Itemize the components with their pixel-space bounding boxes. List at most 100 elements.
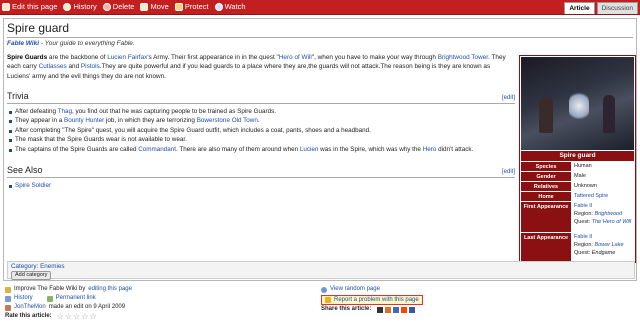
item-text: The mask that the Spire Guards wear is n… — [15, 136, 187, 144]
item-text: , you find out that he was capturing peo… — [71, 108, 277, 115]
item-text: The captains of the Spire Guards are cal… — [15, 145, 139, 153]
intro-text: 's Army. Their first appearance in in th… — [147, 54, 279, 61]
move-button[interactable]: Move — [140, 2, 169, 12]
rating-line: Rate this article: ☆ ☆ ☆ ☆ ☆ — [5, 312, 305, 321]
link-pistols[interactable]: Pistols — [81, 63, 100, 70]
item-text: After defeating — [15, 108, 58, 115]
item-text: . — [257, 117, 260, 125]
edit-page-button[interactable]: Edit this page — [2, 2, 57, 12]
user-icon — [5, 304, 11, 311]
facebook-icon[interactable] — [409, 306, 416, 313]
footer-right: View random page Report a problem with t… — [321, 285, 621, 314]
link-bowerstone-old-town[interactable]: Bowerstone Old Town — [197, 117, 258, 124]
item-text: They appear in a — [15, 117, 65, 125]
infobox-key: Relatives — [521, 182, 571, 191]
history-button[interactable]: History — [63, 2, 97, 12]
footer-left: Improve The Fable Wiki by editing this p… — [5, 285, 305, 321]
infobox-value: Male — [574, 173, 586, 179]
link-hero[interactable]: Hero — [423, 146, 437, 153]
trivia-edit-link[interactable]: [edit] — [502, 95, 515, 101]
star-icon[interactable]: ☆ — [89, 312, 96, 321]
infobox-value: Fable II Region: Bower Lake Quest: Endga… — [571, 233, 634, 263]
trivia-heading: Trivia [edit] — [7, 91, 515, 104]
delete-button[interactable]: Delete — [102, 2, 134, 12]
intro-bold: Spire Guards — [7, 54, 48, 61]
link-hero-of-will[interactable]: Hero of Will — [279, 54, 312, 61]
page-actions: Edit this page History Delete Move Prote… — [2, 2, 246, 12]
star-icon[interactable]: ☆ — [65, 312, 72, 321]
tab-discussion[interactable]: Discussion — [596, 2, 638, 14]
title-divider — [7, 37, 633, 38]
category-label[interactable]: Category — [11, 263, 37, 270]
link-brightwood-tower[interactable]: Brightwood Tower — [438, 54, 488, 61]
site-sub-link[interactable]: Fable Wiki — [7, 40, 39, 47]
page-footer: Improve The Fable Wiki by editing this p… — [3, 283, 637, 325]
site-sub-text: - Your guide to everything Fable. — [39, 40, 135, 47]
rating-stars[interactable]: ☆ ☆ ☆ ☆ ☆ — [57, 312, 97, 321]
infobox-row-last-appearance: Last Appearance Fable II Region: Bower L… — [521, 233, 634, 263]
infobox-row-gender: Gender Male — [521, 172, 634, 181]
history-icon — [63, 3, 72, 11]
history-icon — [5, 295, 11, 302]
intro-text: are the backbone of — [47, 54, 108, 61]
stumble-icon[interactable] — [393, 306, 400, 313]
link-fable-ii[interactable]: Fable II — [574, 234, 592, 240]
reddit-icon[interactable] — [401, 306, 408, 313]
edit-note: made an edit on 9 April 2009 — [48, 304, 126, 310]
report-problem-link[interactable]: Report a problem with this page — [321, 295, 423, 305]
delete-icon — [102, 3, 111, 11]
random-page-link[interactable]: View random page — [330, 285, 380, 294]
permanent-link[interactable]: Permanent link — [56, 294, 96, 303]
improve-line: Improve The Fable Wiki by editing this p… — [5, 285, 305, 294]
link-bower-lake[interactable]: Bower Lake — [595, 242, 624, 248]
watch-button[interactable]: Watch — [214, 2, 246, 12]
link-brightwood[interactable]: Brightwood — [595, 211, 623, 217]
link-fable-ii[interactable]: Fable II — [574, 203, 592, 209]
list-item: The captains of the Spire Guards are cal… — [7, 145, 515, 154]
add-category-button[interactable]: Add category — [11, 271, 52, 280]
item-text: job, in which they are terrorizing — [104, 117, 197, 125]
link-the-hero-of-will[interactable]: The Hero of Will — [592, 219, 631, 225]
random-icon — [321, 286, 327, 293]
category-enemies[interactable]: Enemies — [40, 263, 65, 270]
item-text: didn't attack. — [436, 145, 474, 153]
tab-article[interactable]: Article — [564, 2, 595, 14]
link-tattered-spire[interactable]: Tattered Spire — [574, 193, 608, 199]
digg-icon[interactable] — [385, 306, 392, 313]
infobox-value: Fable II Region: Brightwood Quest: The H… — [571, 202, 634, 232]
footer-history-link[interactable]: History — [14, 294, 33, 303]
editor-link[interactable]: JonTheMon — [14, 303, 46, 312]
infobox-key: Species — [521, 162, 571, 171]
link-icon — [46, 295, 53, 302]
infobox-row-species: Species Human — [521, 162, 634, 171]
editing-this-page-link[interactable]: editing this page — [88, 285, 132, 294]
random-page-line: View random page — [321, 285, 621, 294]
protect-button[interactable]: Protect — [174, 2, 209, 12]
protect-label: Protect — [184, 2, 209, 11]
infobox-title: Spire guard — [521, 151, 634, 161]
link-lucien-fairfax[interactable]: Lucien Fairfax — [107, 54, 147, 61]
page-tabs: Article Discussion — [564, 2, 638, 14]
star-icon[interactable]: ☆ — [81, 312, 88, 321]
star-icon[interactable]: ☆ — [73, 312, 80, 321]
link-cutlasses[interactable]: Cutlasses — [39, 63, 67, 70]
link-thag[interactable]: Thag — [58, 108, 72, 115]
delicious-icon[interactable] — [377, 306, 384, 313]
infobox: Spire guard Species Human Gender Male Re… — [519, 55, 636, 263]
link-lucien[interactable]: Lucien — [300, 146, 319, 153]
link-commandant[interactable]: Commandant — [138, 146, 176, 153]
infobox-key: Last Appearance — [521, 233, 571, 263]
link-bounty-hunter[interactable]: Bounty Hunter — [64, 117, 104, 124]
intro-paragraph: Spire Guards are the backbone of Lucien … — [7, 53, 507, 81]
share-icons — [377, 306, 416, 313]
infobox-key: First Appearance — [521, 202, 571, 232]
see-also-edit-link[interactable]: [edit] — [502, 169, 515, 175]
star-icon[interactable]: ☆ — [57, 312, 64, 321]
list-item: Spire Soldier — [7, 181, 515, 190]
rate-label: Rate this article: — [5, 313, 52, 319]
spire-guard-image[interactable] — [521, 57, 634, 150]
link-spire-soldier[interactable]: Spire Soldier — [15, 182, 51, 189]
item-text: was in the Spire, which was why the — [318, 145, 423, 153]
quest-value: Endgame — [591, 250, 616, 256]
list-item: They appear in a Bounty Hunter job, in w… — [7, 116, 515, 125]
